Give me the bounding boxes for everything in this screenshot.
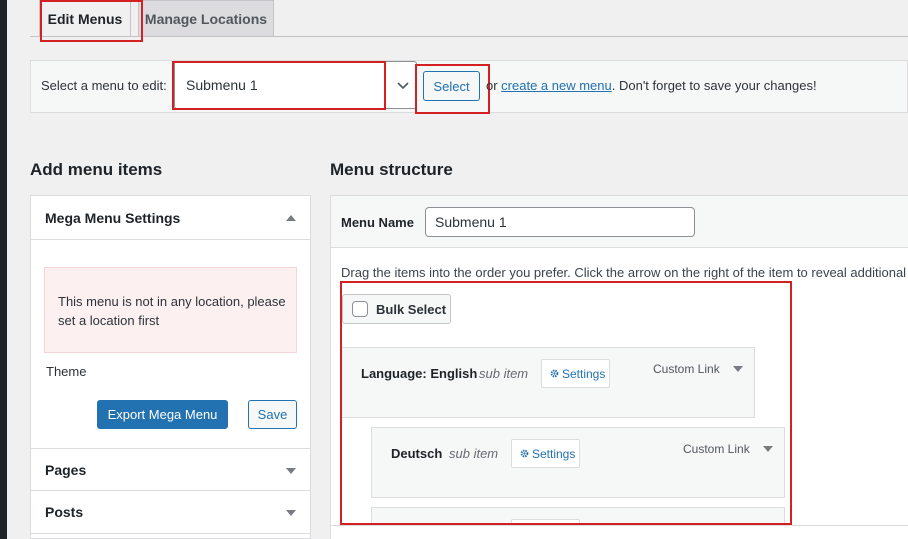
- posts-section-title: Posts: [45, 504, 84, 520]
- manage-help-text: or create a new menu. Don't forget to sa…: [486, 78, 817, 93]
- theme-label: Theme: [46, 364, 87, 379]
- location-notice-text: This menu is not in any location, please…: [58, 294, 286, 328]
- save-hint-text: . Don't forget to save your changes!: [611, 78, 817, 93]
- tab-manage-locations[interactable]: Manage Locations: [138, 0, 274, 37]
- menu-structure-footer-edge: [331, 525, 908, 539]
- tab-manage-locations-label: Manage Locations: [144, 10, 268, 27]
- pages-section-header[interactable]: Pages: [31, 448, 310, 491]
- caret-up-icon: [286, 215, 296, 221]
- highlight-menu-select: [172, 61, 386, 110]
- or-text: or: [486, 78, 502, 93]
- tabs-divider: [30, 36, 908, 37]
- pages-section-title: Pages: [45, 462, 87, 478]
- menu-name-input[interactable]: Submenu 1: [425, 207, 695, 237]
- export-mega-menu-button[interactable]: Export Mega Menu: [97, 400, 228, 429]
- chevron-down-icon: [397, 82, 409, 90]
- posts-section-header[interactable]: Posts: [31, 491, 310, 534]
- highlight-edit-menus-tab: [40, 0, 143, 42]
- mega-menu-settings-header[interactable]: Mega Menu Settings: [31, 196, 310, 240]
- add-menu-items-title: Add menu items: [30, 160, 163, 179]
- mega-menu-settings-title: Mega Menu Settings: [45, 210, 181, 226]
- menu-name-label: Menu Name: [341, 215, 414, 230]
- create-new-menu-link[interactable]: create a new menu: [501, 78, 612, 93]
- admin-sidebar-edge: [0, 0, 7, 539]
- select-menu-label: Select a menu to edit:: [41, 78, 167, 93]
- drag-instructions: Drag the items into the order you prefer…: [341, 265, 907, 280]
- highlight-select-button: [415, 64, 490, 114]
- caret-down-icon: [286, 468, 296, 474]
- menu-structure-title: Menu structure: [330, 160, 453, 179]
- highlight-menu-items: [340, 281, 792, 525]
- save-button[interactable]: Save: [248, 400, 297, 429]
- menu-name-value: Submenu 1: [435, 214, 507, 230]
- caret-down-icon: [286, 510, 296, 516]
